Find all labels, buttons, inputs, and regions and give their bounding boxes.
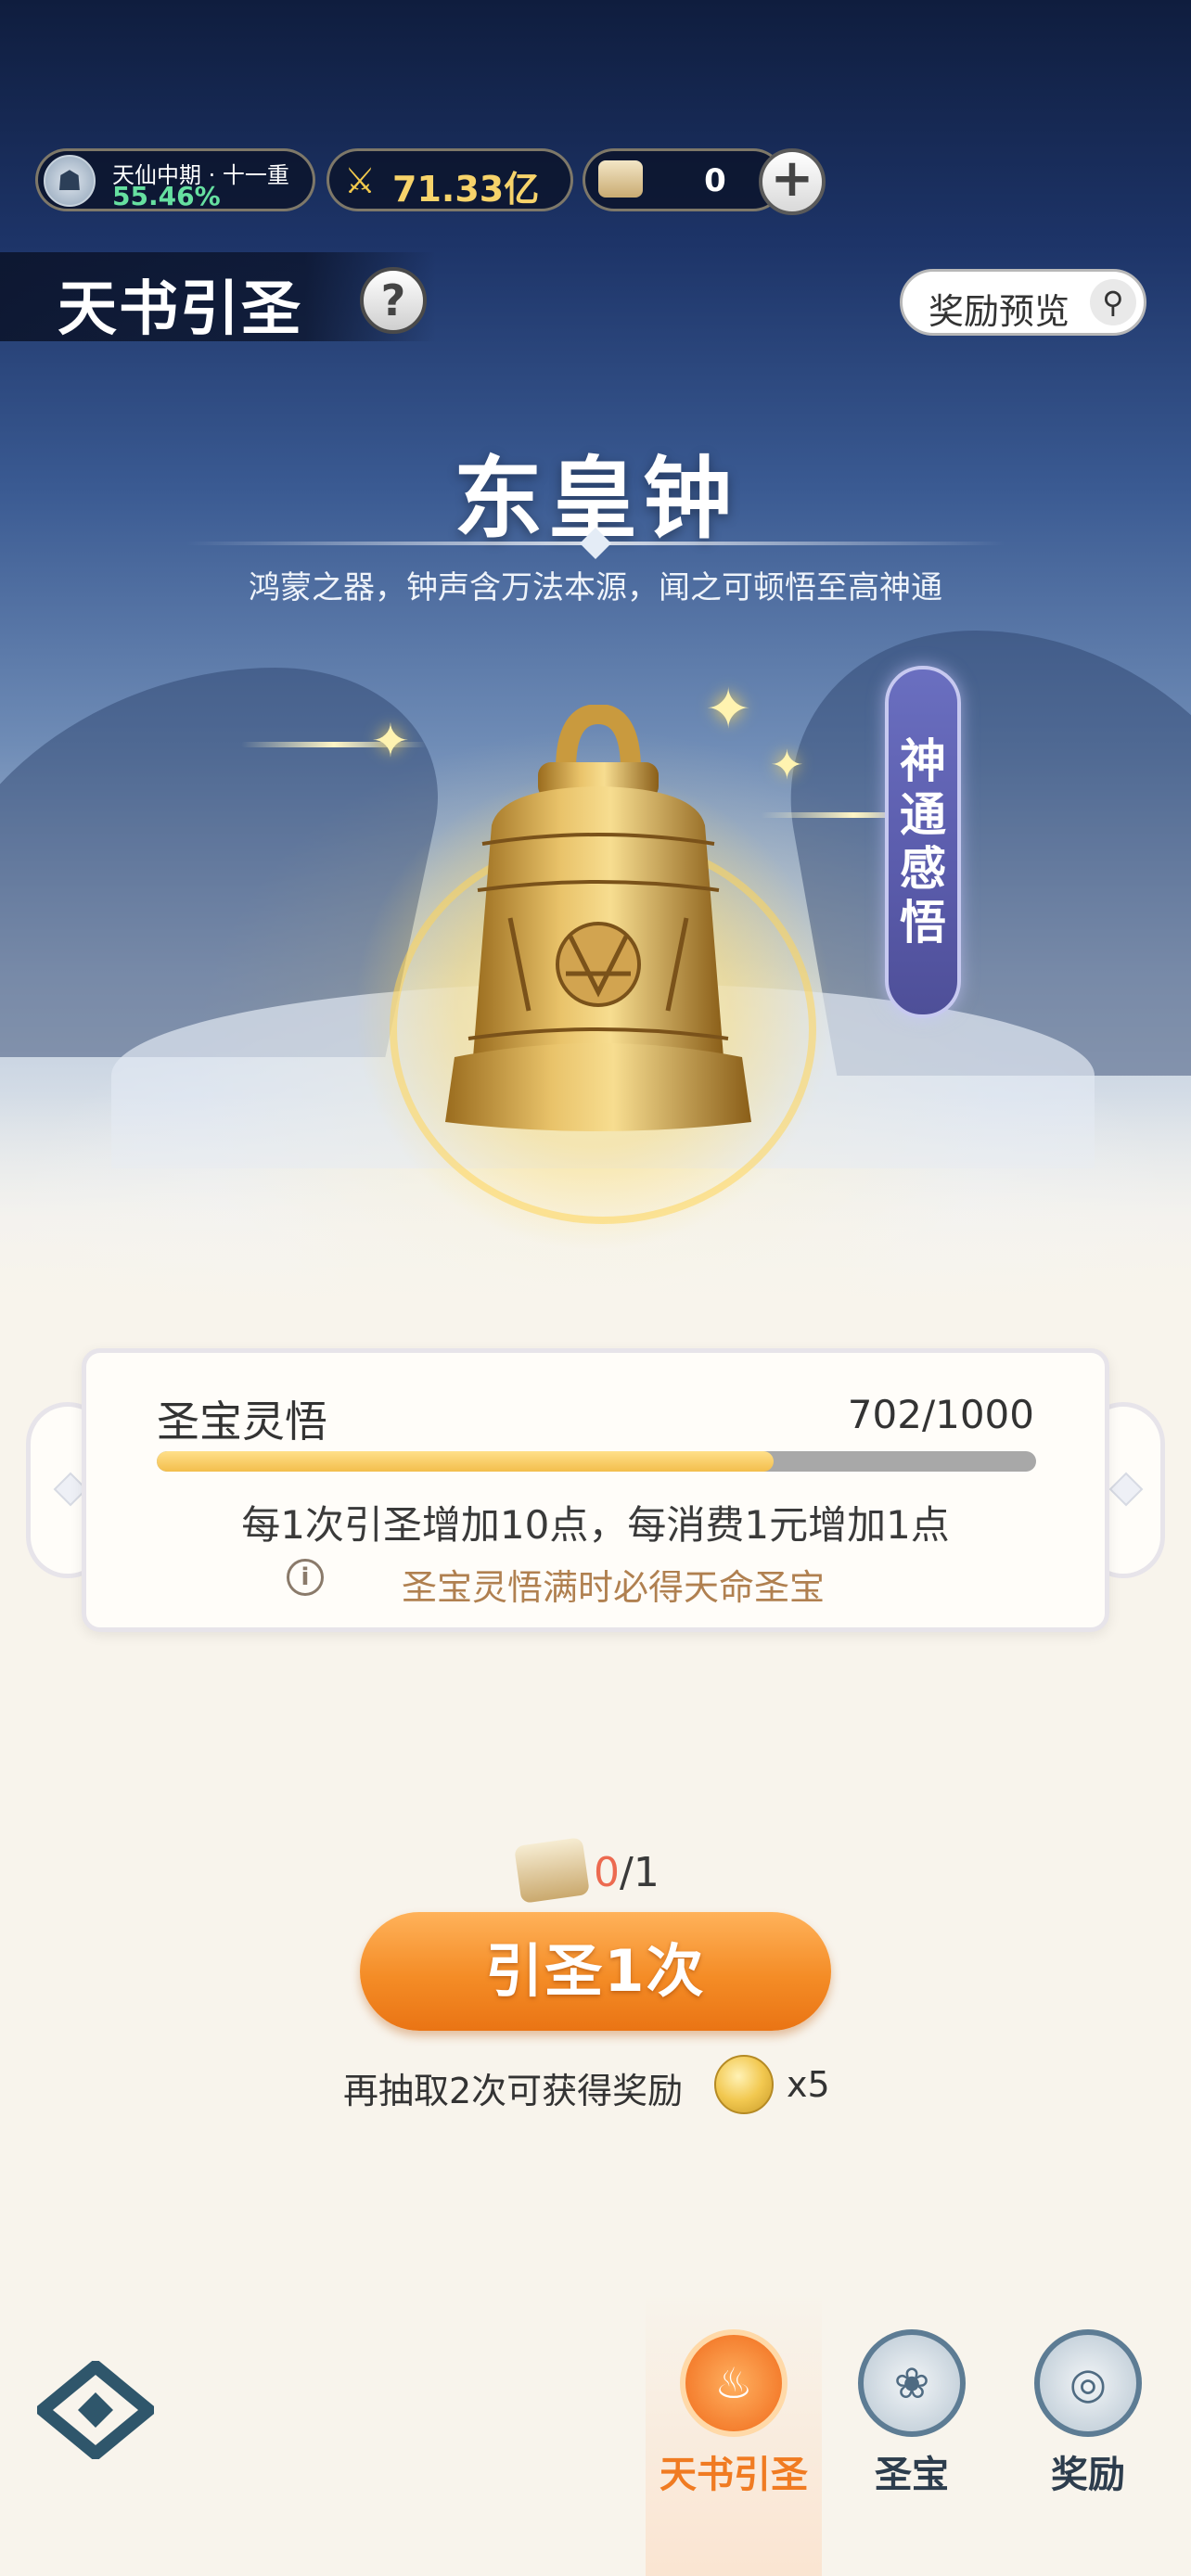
scroll-currency: 0 (583, 148, 785, 211)
cultivation-rank[interactable]: ☗ 天仙中期 · 十一重 55.46% (35, 148, 315, 211)
divine-insight-button[interactable]: 神 通 感 悟 (885, 666, 961, 1018)
cost-have: 0 (594, 1849, 620, 1896)
bonus-hint-text: 再抽取2次可获得奖励 (343, 2071, 684, 2111)
insight-progress-panel: 圣宝灵悟 702/1000 每1次引圣增加10点，每消费1元增加1点 i 圣宝灵… (82, 1348, 1109, 1632)
reward-coin-icon[interactable] (714, 2055, 774, 2114)
insight-progress-bar (157, 1451, 1036, 1472)
scroll-icon (514, 1837, 590, 1904)
donghuang-bell-image[interactable] (427, 705, 770, 1168)
tab-treasure[interactable]: ❀ 圣宝 (824, 2329, 1000, 2498)
cost-need: /1 (620, 1849, 660, 1896)
add-scroll-button[interactable]: + (759, 148, 826, 215)
tab-label: 圣宝 (875, 2454, 949, 2496)
treasure-description: 鸿蒙之器，钟声含万法本源，闻之可顿悟至高神通 (249, 569, 942, 606)
magnifier-icon: ⚲ (1090, 279, 1136, 325)
insight-value: 702/1000 (847, 1392, 1034, 1437)
lotus-bell-icon: ❀ (858, 2329, 966, 2437)
reward-multiplier: x5 (787, 2064, 830, 2105)
title-divider (186, 528, 1005, 559)
avatar-icon: ☗ (44, 155, 96, 207)
insight-label: 圣宝灵悟 (157, 1396, 327, 1447)
insight-note: 圣宝灵悟满时必得天命圣宝 (402, 1567, 826, 1608)
tab-label: 奖励 (1051, 2454, 1125, 2496)
bonus-hint: 再抽取2次可获得奖励 x5 (343, 2055, 830, 2114)
tab-label: 天书引圣 (660, 2454, 808, 2496)
page-title: 天书引圣 (58, 275, 302, 344)
insight-progress-fill (157, 1451, 775, 1472)
tab-rewards[interactable]: ◎ 奖励 (1000, 2329, 1176, 2498)
info-icon[interactable]: i (287, 1559, 324, 1596)
scroll-count: 0 (704, 162, 726, 199)
menu-logo-icon[interactable] (37, 2361, 154, 2459)
flame-book-icon: ♨ (680, 2329, 788, 2437)
reward-preview-label: 奖励预览 (928, 291, 1070, 332)
scroll-icon (598, 160, 643, 198)
tab-tianshu-yinsheng[interactable]: ♨ 天书引圣 (646, 2329, 822, 2498)
crossed-swords-icon: ⚔ (344, 160, 377, 201)
power-value: 71.33亿 (392, 169, 540, 210)
power-display: ⚔ 71.33亿 (327, 148, 573, 211)
sparkle-icon: ✦ (371, 714, 410, 768)
sparkle-icon: ✦ (770, 742, 804, 789)
reward-coin-tab-icon: ◎ (1034, 2329, 1142, 2437)
insight-rule-text: 每1次引圣增加10点，每消费1元增加1点 (241, 1502, 950, 1548)
divine-insight-label: 神 通 感 悟 (900, 734, 946, 950)
draw-once-button[interactable]: 引圣1次 (360, 1912, 831, 2031)
help-button[interactable]: ? (360, 267, 427, 334)
reward-preview-button[interactable]: 奖励预览 ⚲ (900, 269, 1146, 336)
rank-progress: 55.46% (112, 181, 221, 211)
